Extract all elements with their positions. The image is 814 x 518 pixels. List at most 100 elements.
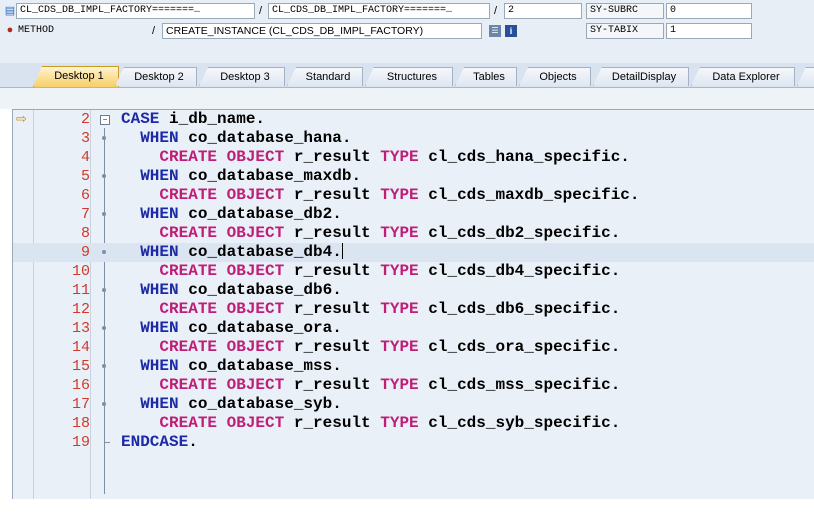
keyword-token: CASE [121, 110, 160, 128]
tab-standard[interactable]: Standard [287, 67, 363, 86]
code-text[interactable]: WHEN co_database_syb. [121, 395, 342, 414]
tab-overflow[interactable] [797, 67, 814, 86]
code-line[interactable]: 11 WHEN co_database_db6. [13, 281, 814, 300]
code-token: cl_cds_db4_specific. [418, 262, 621, 280]
keyword-token: WHEN [121, 205, 179, 223]
code-text[interactable]: CASE i_db_name. [121, 110, 265, 129]
code-line[interactable]: 15 WHEN co_database_mss. [13, 357, 814, 376]
keyword-token: WHEN [121, 281, 179, 299]
info-icon[interactable]: i [505, 25, 517, 37]
fold-toggle-icon[interactable]: − [100, 115, 110, 125]
method-icon: ● [6, 24, 14, 36]
code-text[interactable]: WHEN co_database_maxdb. [121, 167, 361, 186]
code-line[interactable]: 16 CREATE OBJECT r_result TYPE cl_cds_ms… [13, 376, 814, 395]
keyword-token: CREATE OBJECT [121, 338, 285, 356]
code-text[interactable]: CREATE OBJECT r_result TYPE cl_cds_db4_s… [121, 262, 620, 281]
code-line[interactable]: 7 WHEN co_database_db2. [13, 205, 814, 224]
tab-data-explorer[interactable]: Data Explorer [691, 67, 795, 86]
line-number-field[interactable]: 2 [504, 3, 582, 19]
code-line[interactable]: 3 WHEN co_database_hana. [13, 129, 814, 148]
code-text[interactable]: CREATE OBJECT r_result TYPE cl_cds_maxdb… [121, 186, 640, 205]
code-text[interactable]: WHEN co_database_db6. [121, 281, 342, 300]
toolbar-strip [0, 88, 814, 109]
code-text[interactable]: WHEN co_database_ora. [121, 319, 342, 338]
fold-marker [102, 212, 106, 216]
line-number: 12 [71, 301, 90, 318]
code-text[interactable]: WHEN co_database_db4. [121, 243, 343, 262]
code-token: r_result [284, 376, 381, 394]
tab-structures[interactable]: Structures [365, 67, 453, 86]
code-line[interactable]: ⇨ 2− CASE i_db_name. [13, 110, 814, 129]
variable-name-field[interactable]: SY-TABIX [586, 23, 664, 39]
code-token: i_db_name. [159, 110, 266, 128]
keyword-token: CREATE OBJECT [121, 414, 285, 432]
code-token: cl_cds_db6_specific. [418, 300, 621, 318]
code-line[interactable]: 18 CREATE OBJECT r_result TYPE cl_cds_sy… [13, 414, 814, 433]
fold-marker [102, 250, 106, 254]
code-text[interactable]: CREATE OBJECT r_result TYPE cl_cds_mss_s… [121, 376, 620, 395]
program-field[interactable]: CL_CDS_DB_IMPL_FACTORY=======… [16, 3, 255, 19]
keyword-token: TYPE [380, 338, 419, 356]
tab-detail-display[interactable]: DetailDisplay [593, 67, 689, 86]
code-token: co_database_hana. [178, 129, 352, 147]
code-line[interactable]: 12 CREATE OBJECT r_result TYPE cl_cds_db… [13, 300, 814, 319]
variable-name-field[interactable]: SY-SUBRC [586, 3, 664, 19]
code-text[interactable]: WHEN co_database_db2. [121, 205, 342, 224]
code-line[interactable]: 17 WHEN co_database_syb. [13, 395, 814, 414]
code-text[interactable]: ENDCASE. [121, 433, 198, 452]
code-line[interactable]: 13 WHEN co_database_ora. [13, 319, 814, 338]
code-text[interactable]: CREATE OBJECT r_result TYPE cl_cds_syb_s… [121, 414, 620, 433]
code-token: co_database_ora. [178, 319, 342, 337]
code-text[interactable]: CREATE OBJECT r_result TYPE cl_cds_db2_s… [121, 224, 620, 243]
code-line[interactable]: 10 CREATE OBJECT r_result TYPE cl_cds_db… [13, 262, 814, 281]
code-line[interactable]: 6 CREATE OBJECT r_result TYPE cl_cds_max… [13, 186, 814, 205]
code-line[interactable]: 5 WHEN co_database_maxdb. [13, 167, 814, 186]
code-text[interactable]: WHEN co_database_hana. [121, 129, 351, 148]
code-token: r_result [284, 148, 381, 166]
keyword-token: CREATE OBJECT [121, 186, 285, 204]
keyword-token: TYPE [380, 148, 419, 166]
program-icon: ▤ [4, 5, 16, 17]
fold-marker [102, 174, 106, 178]
code-text[interactable]: CREATE OBJECT r_result TYPE cl_cds_db6_s… [121, 300, 620, 319]
code-line[interactable]: 8 CREATE OBJECT r_result TYPE cl_cds_db2… [13, 224, 814, 243]
keyword-token: TYPE [380, 186, 419, 204]
code-text[interactable]: CREATE OBJECT r_result TYPE cl_cds_hana_… [121, 148, 629, 167]
variable-value-field[interactable]: 0 [666, 3, 752, 19]
code-line[interactable]: 9 WHEN co_database_db4. [13, 243, 814, 262]
code-token: co_database_mss. [178, 357, 342, 375]
variable-value-field[interactable]: 1 [666, 23, 752, 39]
tab-tables[interactable]: Tables [455, 67, 517, 86]
line-number: 14 [71, 339, 90, 356]
fold-marker [102, 402, 106, 406]
source-code-editor[interactable]: ⇨ 2− CASE i_db_name. 3 WHEN co_database_han… [12, 109, 814, 499]
code-token: cl_cds_maxdb_specific. [418, 186, 640, 204]
tab-desktop-2[interactable]: Desktop 2 [115, 67, 197, 86]
keyword-token: CREATE OBJECT [121, 262, 285, 280]
line-number: 5 [80, 168, 90, 185]
code-token: r_result [284, 338, 381, 356]
keyword-token: TYPE [380, 414, 419, 432]
tab-desktop-3[interactable]: Desktop 3 [199, 67, 285, 86]
tab-desktop-1[interactable]: Desktop 1 [33, 66, 119, 87]
line-number: 18 [71, 415, 90, 432]
code-text[interactable]: WHEN co_database_mss. [121, 357, 342, 376]
line-number: 8 [80, 225, 90, 242]
fold-end-marker [104, 442, 110, 443]
code-token: co_database_db4. [178, 243, 342, 261]
separator: / [259, 5, 263, 17]
code-token: co_database_syb. [178, 395, 342, 413]
code-token: . [188, 433, 198, 451]
keyword-token: TYPE [380, 300, 419, 318]
keyword-token: WHEN [121, 357, 179, 375]
tab-objects[interactable]: Objects [519, 67, 591, 86]
code-line[interactable]: 14 CREATE OBJECT r_result TYPE cl_cds_or… [13, 338, 814, 357]
code-token: cl_cds_syb_specific. [418, 414, 621, 432]
display-list-icon[interactable]: ☰ [489, 25, 501, 37]
include-field[interactable]: CL_CDS_DB_IMPL_FACTORY=======… [268, 3, 490, 19]
code-line[interactable]: 4 CREATE OBJECT r_result TYPE cl_cds_han… [13, 148, 814, 167]
code-line[interactable]: 19 ENDCASE. [13, 433, 814, 452]
code-text[interactable]: CREATE OBJECT r_result TYPE cl_cds_ora_s… [121, 338, 620, 357]
event-field[interactable]: CREATE_INSTANCE (CL_CDS_DB_IMPL_FACTORY) [162, 23, 482, 39]
fold-marker [102, 326, 106, 330]
